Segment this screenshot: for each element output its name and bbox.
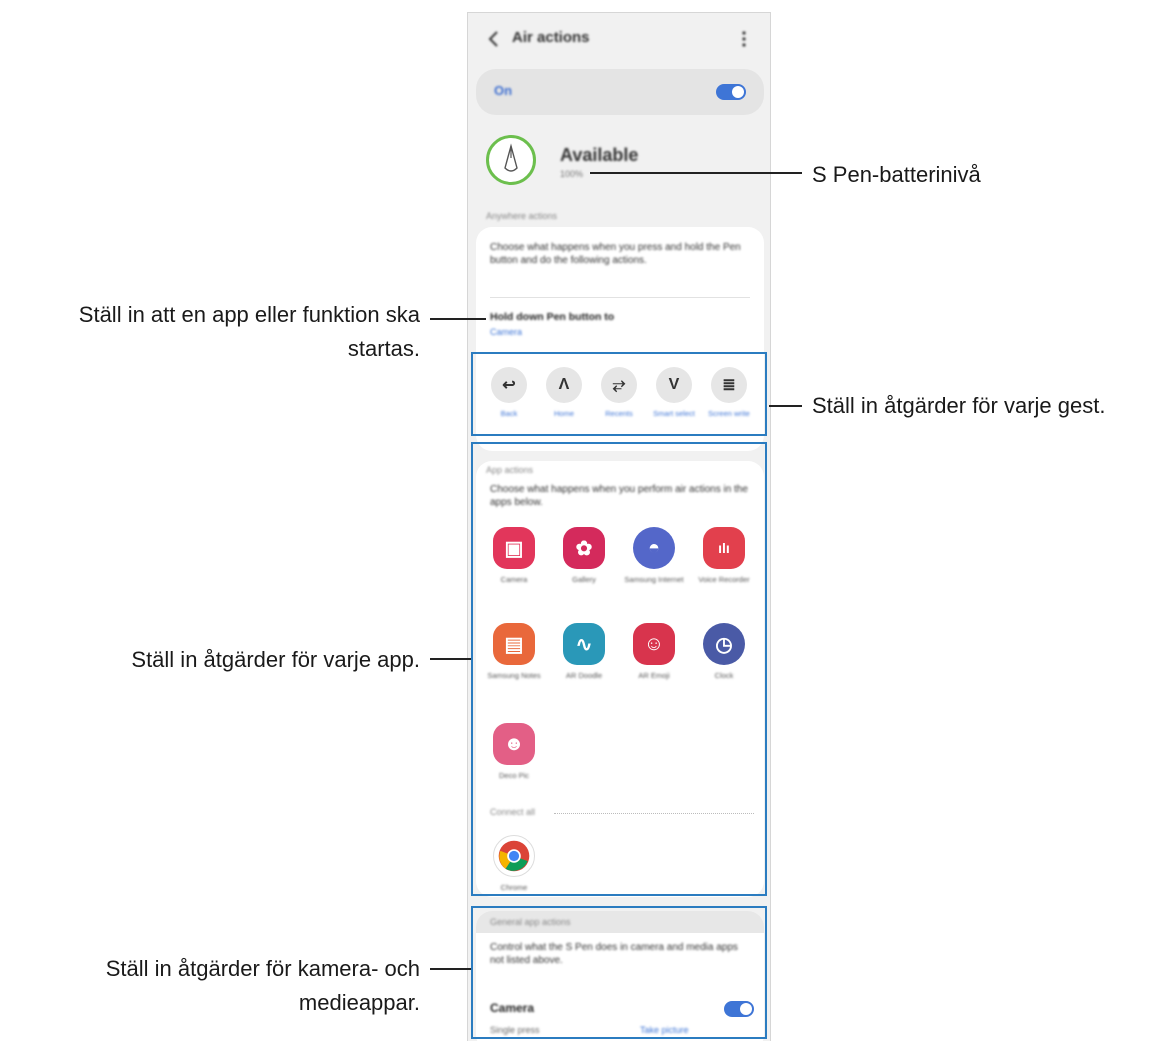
camera-callout-line: [430, 968, 471, 970]
hold-pen-button-label[interactable]: Hold down Pen button to: [490, 311, 614, 323]
launch-callout-line: [430, 318, 486, 320]
battery-callout-line: [590, 172, 802, 174]
pen-battery-level: 100%: [560, 169, 584, 179]
anywhere-actions-description: Choose what happens when you press and h…: [490, 242, 741, 266]
launch-callout-line1: Ställ in att en app eller funktion ska: [78, 302, 420, 327]
gesture-callout: Ställ in åtgärder för varje gest.: [812, 393, 1106, 418]
master-toggle[interactable]: [716, 84, 746, 100]
gesture-highlight-box: [471, 352, 767, 436]
page-title: Air actions: [512, 29, 590, 46]
divider: [490, 297, 750, 298]
general-actions-highlight-box: [471, 906, 767, 1039]
hold-pen-button-value[interactable]: Camera: [490, 327, 522, 337]
app-callout: Ställ in åtgärder för varje app.: [131, 647, 420, 672]
master-switch-label: On: [494, 83, 513, 98]
s-pen-icon: [504, 143, 518, 172]
gesture-callout-line: [769, 405, 802, 407]
app-bar: Air actions: [468, 13, 770, 65]
app-actions-highlight-box: [471, 442, 767, 896]
back-arrow-icon[interactable]: [484, 29, 504, 49]
camera-callout-line1: Ställ in åtgärder för kamera- och: [105, 956, 420, 981]
battery-callout: S Pen-batterinivå: [812, 162, 981, 187]
pen-status: Available: [560, 145, 639, 165]
master-switch-card[interactable]: On: [476, 69, 764, 115]
app-callout-line: [430, 658, 471, 660]
pen-battery-ring: [486, 135, 536, 185]
camera-callout-line2: medieappar.: [298, 990, 420, 1015]
anywhere-actions-header: Anywhere actions: [486, 211, 558, 221]
launch-callout-line2: startas.: [347, 336, 420, 361]
more-options-icon[interactable]: [738, 29, 750, 49]
